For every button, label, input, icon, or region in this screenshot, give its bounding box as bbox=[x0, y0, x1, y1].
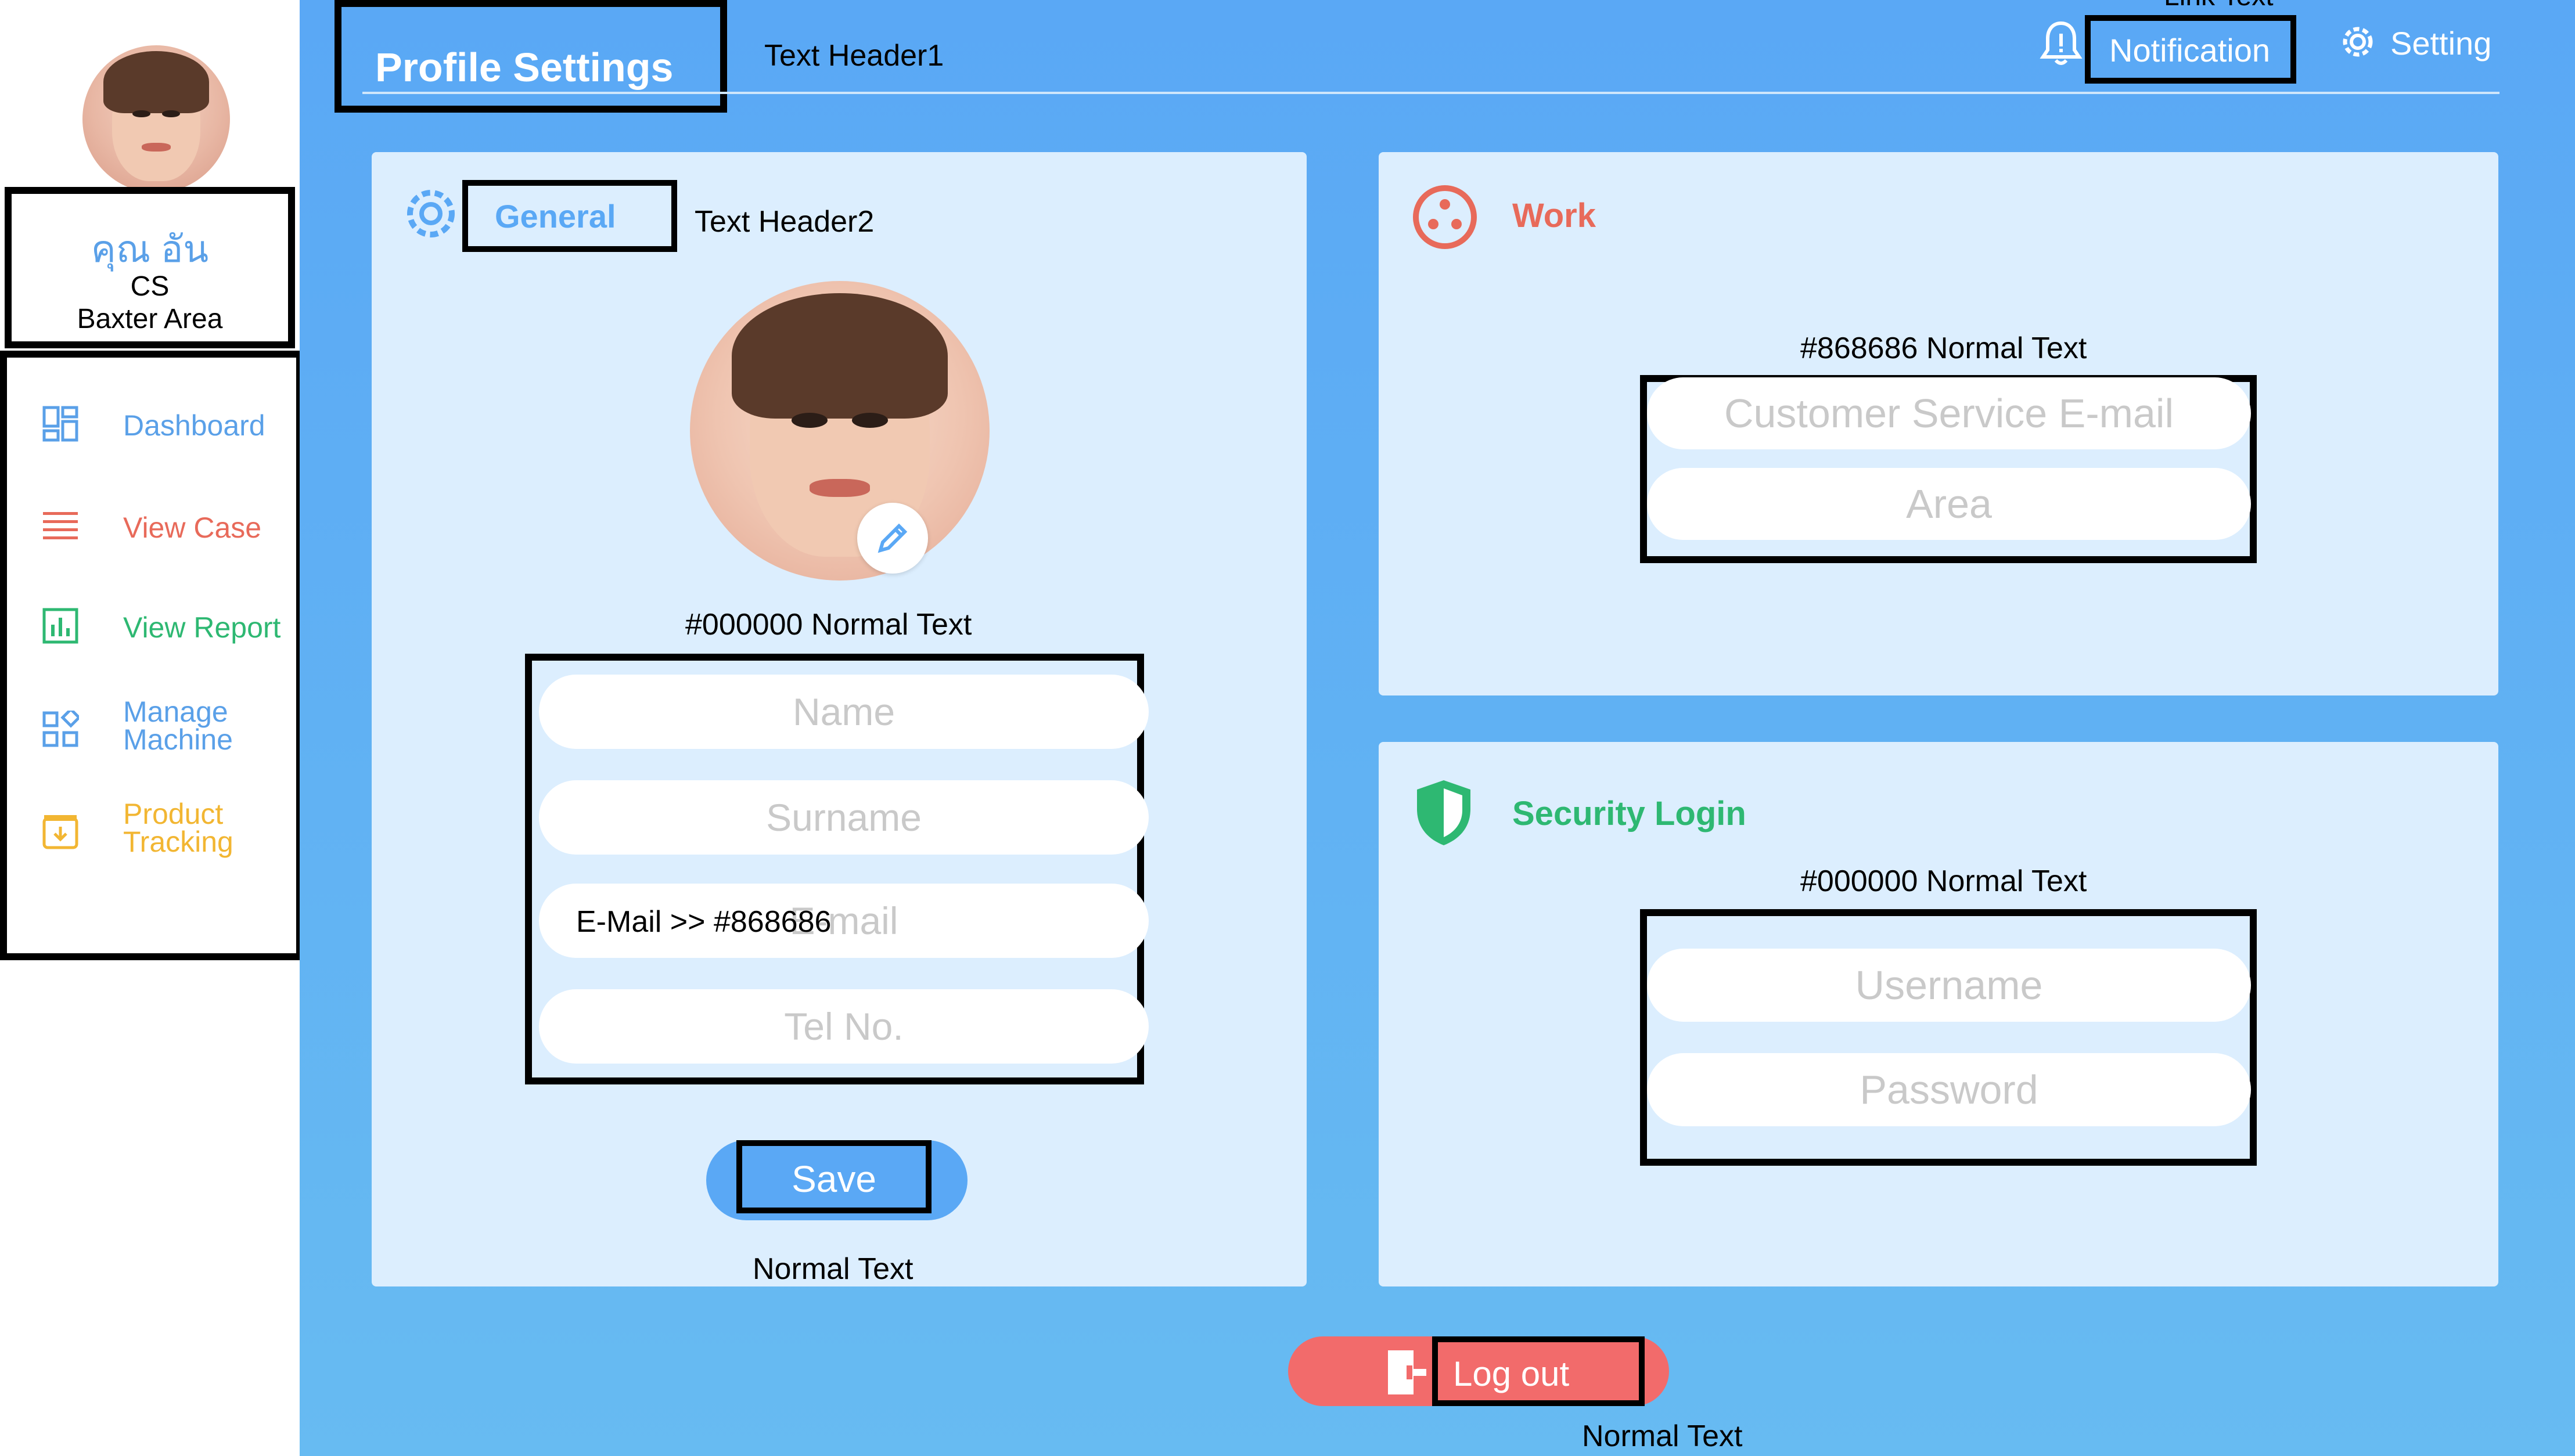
sidebar-item-label: Dashboard bbox=[123, 409, 265, 442]
notification-label: Notification bbox=[2109, 32, 2271, 69]
user-role: CS bbox=[130, 271, 170, 302]
security-fields-box: Username Password bbox=[1640, 909, 2257, 1166]
profile-photo bbox=[690, 281, 990, 581]
report-icon bbox=[42, 608, 78, 644]
work-note: #868686 Normal Text bbox=[1800, 331, 2087, 365]
logout-label: Log out bbox=[1453, 1354, 1570, 1393]
notification-link[interactable]: Notification bbox=[2085, 15, 2296, 84]
header-divider bbox=[362, 92, 2500, 94]
password-field[interactable]: Password bbox=[1647, 1053, 2251, 1126]
sidebar-menu: Dashboard View Case View Report Manage M… bbox=[0, 351, 303, 960]
tracking-icon bbox=[42, 815, 78, 849]
list-icon bbox=[43, 512, 78, 539]
avatar bbox=[82, 45, 230, 193]
text-header1: Text Header1 bbox=[764, 39, 944, 73]
security-title: Security Login bbox=[1512, 795, 1746, 832]
general-note: #000000 Normal Text bbox=[685, 608, 972, 641]
customer-service-email-field[interactable]: Customer Service E-mail bbox=[1647, 377, 2251, 449]
logout-note: Normal Text bbox=[1582, 1419, 1743, 1453]
pencil-icon bbox=[877, 523, 908, 553]
save-button[interactable]: Save bbox=[706, 1140, 968, 1220]
sidebar-item-label: Manage Machine bbox=[123, 695, 233, 756]
user-name: คุณ อัน bbox=[91, 228, 209, 270]
save-note: Normal Text bbox=[753, 1252, 914, 1286]
general-title-box: General bbox=[462, 180, 677, 252]
avatar-eye bbox=[851, 413, 888, 428]
sidebar-item-view-report[interactable]: View Report bbox=[36, 594, 292, 658]
work-title: Work bbox=[1512, 197, 1596, 235]
security-note: #000000 Normal Text bbox=[1800, 864, 2087, 898]
manage-icon bbox=[42, 711, 79, 747]
logout-icon bbox=[1388, 1350, 1426, 1394]
sidebar: คุณ อัน CS Baxter Area Dashboard View Ca… bbox=[0, 0, 303, 1456]
work-icon bbox=[1413, 185, 1477, 249]
sidebar-item-dashboard[interactable]: Dashboard bbox=[36, 392, 292, 456]
edit-photo-button[interactable] bbox=[857, 503, 928, 574]
sidebar-item-label: View Report bbox=[123, 611, 281, 644]
name-field[interactable]: Name bbox=[539, 675, 1149, 749]
area-field[interactable]: Area bbox=[1647, 468, 2251, 540]
user-area: Baxter Area bbox=[77, 304, 223, 334]
dashboard-icon bbox=[42, 406, 78, 442]
work-card: Work #868686 Normal Text Customer Servic… bbox=[1379, 152, 2498, 695]
gear-icon[interactable] bbox=[2336, 20, 2380, 64]
logout-button[interactable]: Log out bbox=[1288, 1336, 1669, 1406]
gear-icon bbox=[407, 190, 455, 237]
sidebar-item-manage-machine[interactable]: Manage Machine bbox=[36, 695, 292, 762]
avatar-lips bbox=[810, 478, 870, 497]
page-title-box: Profile Settings bbox=[335, 0, 727, 113]
sidebar-item-label: View Case bbox=[123, 511, 262, 544]
general-card: General Text Header2 #000000 Normal Text… bbox=[372, 152, 1307, 1286]
logout-label-box: Log out bbox=[1432, 1336, 1645, 1406]
setting-link[interactable]: Setting bbox=[2390, 24, 2491, 62]
username-field[interactable]: Username bbox=[1647, 949, 2251, 1022]
shield-icon bbox=[1417, 780, 1470, 845]
sidebar-item-label-line: Product Tracking bbox=[123, 798, 233, 858]
link-text-annotation: Link Text bbox=[2164, 0, 2274, 12]
bell-icon[interactable] bbox=[2040, 20, 2083, 67]
page-title: Profile Settings bbox=[375, 45, 674, 90]
avatar-hair bbox=[732, 293, 948, 419]
security-card: Security Login #000000 Normal Text Usern… bbox=[1379, 742, 2498, 1286]
sidebar-item-label: Product Tracking bbox=[123, 798, 233, 858]
avatar-eye bbox=[792, 413, 828, 428]
sidebar-item-label-line: Manage Machine bbox=[123, 695, 233, 756]
save-label-box: Save bbox=[736, 1140, 932, 1213]
general-title: General bbox=[495, 198, 616, 235]
text-header2: Text Header2 bbox=[695, 205, 875, 239]
main-area: Profile Settings Text Header1 Link Text … bbox=[300, 0, 2575, 1456]
general-fields-box: Name Surname E-mail Tel No. bbox=[525, 654, 1149, 1084]
user-info-box: คุณ อัน CS Baxter Area bbox=[5, 187, 295, 348]
sidebar-item-view-case[interactable]: View Case bbox=[36, 495, 292, 558]
work-fields-box: Customer Service E-mail Area bbox=[1640, 375, 2257, 563]
email-note: E-Mail >> #868686 bbox=[576, 905, 832, 939]
save-label: Save bbox=[792, 1158, 876, 1200]
tel-field[interactable]: Tel No. bbox=[539, 989, 1149, 1064]
avatar-hair bbox=[103, 51, 210, 113]
sidebar-item-product-tracking[interactable]: Product Tracking bbox=[36, 798, 292, 864]
surname-field[interactable]: Surname bbox=[539, 780, 1149, 855]
avatar-lips bbox=[141, 142, 171, 152]
